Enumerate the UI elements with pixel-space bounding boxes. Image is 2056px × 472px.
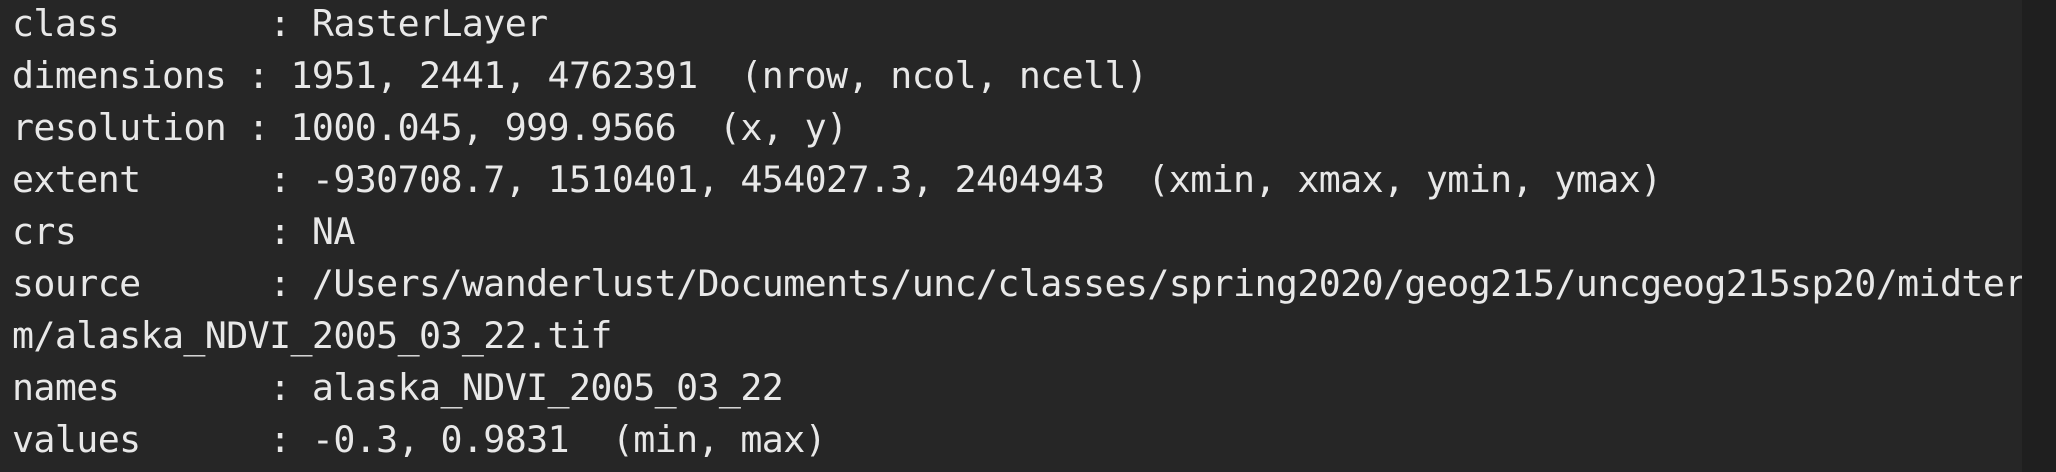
output-line-dimensions: dimensions : 1951, 2441, 4762391 (nrow, … <box>12 54 1148 97</box>
output-line-names: names : alaska_NDVI_2005_03_22 <box>12 366 784 409</box>
output-line-class: class : RasterLayer <box>12 2 548 45</box>
output-line-source-continued: m/alaska_NDVI_2005_03_22.tif <box>12 314 612 357</box>
vertical-scrollbar[interactable] <box>2022 0 2056 472</box>
output-line-source: source : /Users/wanderlust/Documents/unc… <box>12 262 2026 305</box>
r-console-output-pane[interactable]: class : RasterLayer dimensions : 1951, 24… <box>0 0 2056 472</box>
output-line-resolution: resolution : 1000.045, 999.9566 (x, y) <box>12 106 848 149</box>
output-line-crs: crs : NA <box>12 210 355 253</box>
output-line-extent: extent : -930708.7, 1510401, 454027.3, 2… <box>12 158 1662 201</box>
output-line-values: values : -0.3, 0.9831 (min, max) <box>12 418 827 461</box>
raster-layer-summary: class : RasterLayer dimensions : 1951, 24… <box>12 0 2026 468</box>
